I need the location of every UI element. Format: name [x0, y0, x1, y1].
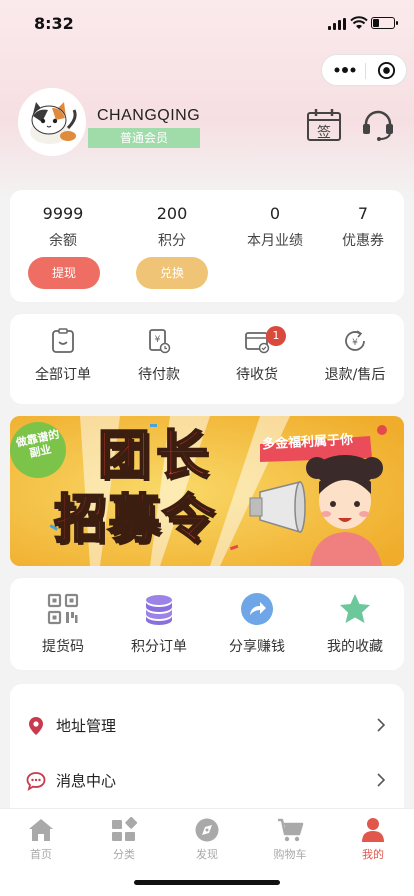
address-management-row[interactable]: 地址管理 — [10, 698, 404, 752]
yuan-bill-icon: ¥ — [149, 329, 171, 354]
user-name: CHANGQING — [97, 107, 201, 124]
chevron-right-icon — [377, 718, 386, 732]
member-level-badge: 普通会员 — [88, 128, 200, 148]
message-bubble-icon — [26, 772, 46, 791]
banner-title-line1: 团长 — [97, 425, 215, 486]
pending-payment-item[interactable]: ¥ 待付款 — [110, 328, 208, 384]
battery-icon — [371, 17, 398, 29]
home-indicator — [134, 880, 280, 885]
qr-code-icon — [47, 593, 79, 625]
refund-aftersale-item[interactable]: ¥ 退款/售后 — [306, 328, 404, 384]
monthly-performance-stat[interactable]: 0 本月业绩 — [230, 204, 320, 250]
category-icon — [112, 817, 138, 841]
exchange-button[interactable]: 兑换 — [136, 257, 208, 289]
withdraw-button[interactable]: 提现 — [28, 257, 100, 289]
balance-stat[interactable]: 9999 余额 — [18, 204, 108, 250]
person-icon — [362, 818, 384, 842]
calendar-sign-in-icon[interactable]: 签 — [306, 108, 342, 142]
tab-discover[interactable]: 发现 — [172, 817, 242, 862]
assets-card: 9999 余额 200 积分 0 本月业绩 7 优惠券 提现 兑换 — [10, 190, 404, 302]
wifi-icon — [350, 16, 368, 29]
status-bar: 8:32 — [0, 0, 414, 46]
svg-text:签: 签 — [317, 124, 331, 141]
status-time: 8:32 — [34, 14, 74, 33]
message-center-row[interactable]: 消息中心 — [10, 753, 404, 807]
refund-icon: ¥ — [345, 330, 365, 351]
cat-avatar-icon — [18, 88, 86, 156]
cart-icon — [278, 818, 304, 842]
miniprogram-capsule — [321, 54, 407, 86]
coins-stack-icon — [146, 595, 172, 625]
signal-icon — [328, 18, 346, 30]
menu-list-card: 地址管理 消息中心 — [10, 684, 404, 824]
promo-banner[interactable]: 做靠谱的副业 多金福利属于你 团长 招募令 — [10, 416, 404, 566]
points-orders-item[interactable]: 积分订单 — [110, 592, 208, 656]
orders-card: 全部订单 ¥ 待付款 1 待收货 ¥ 退款/售后 — [10, 314, 404, 404]
tab-mine[interactable]: 我的 — [338, 817, 408, 862]
my-favorites-item[interactable]: 我的收藏 — [306, 592, 404, 656]
avatar[interactable] — [18, 88, 86, 156]
home-icon — [29, 819, 53, 841]
pending-receipt-badge: 1 — [266, 326, 286, 346]
tab-cart[interactable]: 购物车 — [255, 817, 325, 862]
location-pin-icon — [29, 717, 43, 735]
clipboard-icon — [52, 328, 74, 353]
customer-service-icon[interactable] — [360, 106, 396, 142]
pending-receipt-item[interactable]: 1 待收货 — [208, 326, 306, 384]
banner-title-line2: 招募令 — [53, 489, 217, 550]
more-icon[interactable] — [334, 64, 356, 76]
share-arrow-icon — [241, 593, 273, 625]
tab-category[interactable]: 分类 — [89, 817, 159, 862]
points-stat[interactable]: 200 积分 — [127, 204, 217, 250]
tools-card: 提货码 积分订单 分享赚钱 我的收藏 — [10, 578, 404, 670]
share-earn-item[interactable]: 分享赚钱 — [208, 592, 306, 656]
tab-home[interactable]: 首页 — [6, 817, 76, 862]
svg-text:¥: ¥ — [352, 338, 358, 348]
all-orders-item[interactable]: 全部订单 — [14, 328, 112, 384]
coupons-stat[interactable]: 7 优惠券 — [318, 204, 408, 250]
pickup-code-item[interactable]: 提货码 — [14, 592, 112, 656]
chevron-right-icon — [377, 773, 386, 787]
close-miniprogram-icon[interactable] — [377, 61, 396, 80]
compass-icon — [195, 818, 219, 842]
star-icon — [340, 594, 370, 623]
svg-text:¥: ¥ — [155, 335, 161, 345]
